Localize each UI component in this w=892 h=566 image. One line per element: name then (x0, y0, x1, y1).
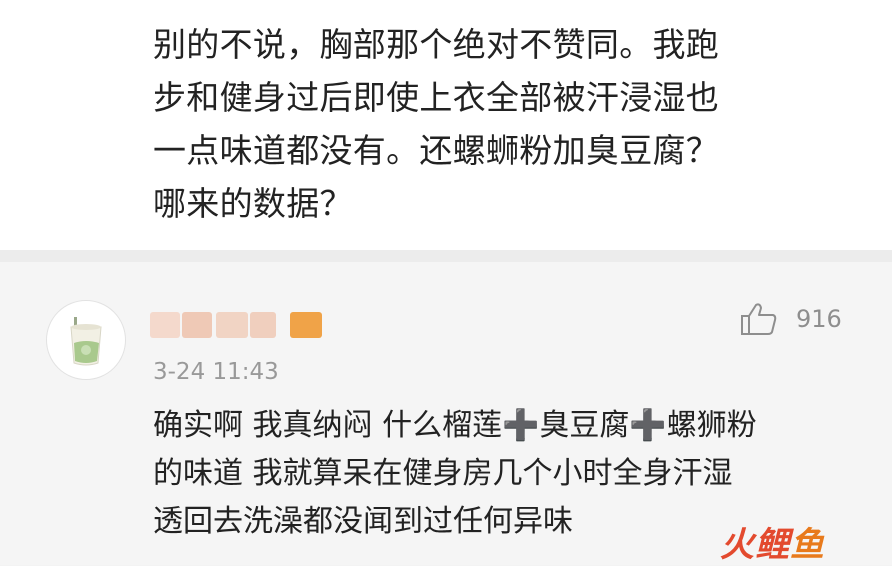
watermark-char: 火 (720, 525, 755, 565)
comment-line: 的味道 我就算呆在健身房几个小时全身汗湿 (153, 456, 733, 491)
milk-tea-cup-icon (70, 317, 102, 366)
watermark-char: 鲤 (755, 525, 790, 565)
comment-timestamp: 3-24 11:43 (153, 359, 279, 385)
like-count: 916 (796, 305, 842, 333)
post-line: 哪来的数据？ (153, 184, 353, 223)
like-button[interactable]: 916 (740, 302, 842, 336)
comment-line: 确实啊 我真纳闷 什么榴莲➕臭豆腐➕螺狮粉 (153, 408, 757, 443)
watermark-char: 鱼 (790, 525, 825, 565)
username-censored[interactable] (150, 312, 330, 338)
divider (0, 250, 892, 262)
post-line: 别的不说，胸部那个绝对不赞同。我跑 (153, 25, 720, 64)
thumbs-up-icon (741, 303, 777, 335)
post-body: 别的不说，胸部那个绝对不赞同。我跑 步和健身过后即使上衣全部被汗浸湿也 一点味道… (153, 18, 853, 230)
post-line: 步和健身过后即使上衣全部被汗浸湿也 (153, 78, 720, 117)
post-card: 别的不说，胸部那个绝对不赞同。我跑 步和健身过后即使上衣全部被汗浸湿也 一点味道… (0, 0, 892, 250)
avatar[interactable] (46, 300, 126, 380)
post-line: 一点味道都没有。还螺蛳粉加臭豆腐？ (153, 131, 720, 170)
watermark-logo: 火 鲤 鱼 (720, 517, 825, 566)
